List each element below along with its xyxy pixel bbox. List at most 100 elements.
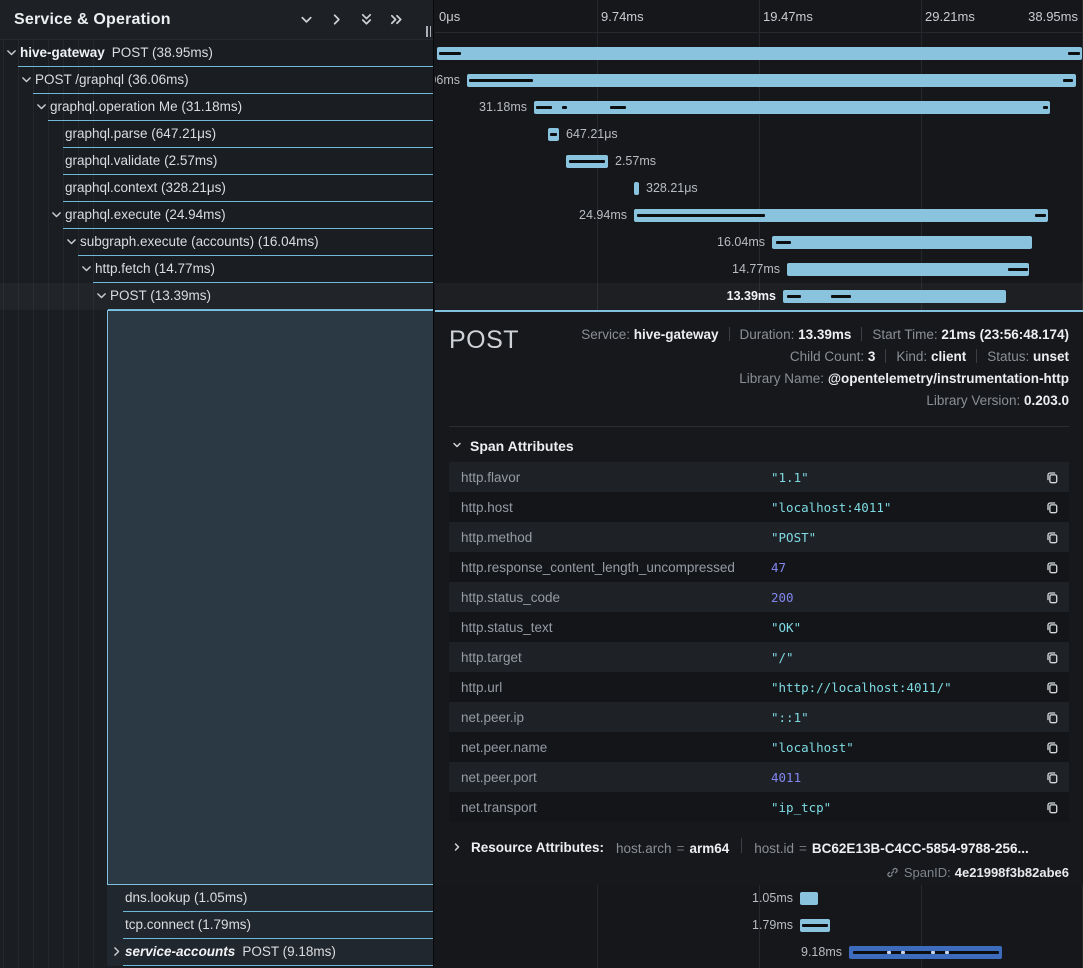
span-bar[interactable] [437, 47, 1082, 60]
copy-button[interactable] [1035, 769, 1069, 785]
span-label: graphql.execute (24.94ms) [65, 202, 226, 228]
attribute-value: 47 [771, 560, 1035, 575]
span-label: graphql.parse (647.21μs) [65, 121, 216, 147]
chevron-right-icon[interactable] [328, 11, 345, 28]
selected-span-expansion [107, 310, 434, 885]
span-bar-row[interactable] [435, 40, 1083, 67]
span-row[interactable]: http.fetch (14.77ms) [0, 256, 434, 283]
span-row[interactable]: POST (13.39ms) [0, 283, 434, 310]
span-row[interactable]: dns.lookup (1.05ms) [0, 885, 434, 912]
span-bar-row[interactable]: 1.05ms [435, 885, 1083, 912]
child-span-marker [1063, 79, 1073, 82]
span-bar[interactable] [772, 236, 1032, 249]
child-span-marker [776, 241, 791, 244]
divider [976, 349, 977, 363]
copy-button[interactable] [1035, 559, 1069, 575]
span-row[interactable]: subgraph.execute (accounts) (16.04ms) [0, 229, 434, 256]
span-attributes-toggle[interactable]: Span Attributes [451, 438, 1069, 454]
span-bar-row[interactable]: 36.06ms [435, 67, 1083, 94]
span-id-label: SpanID: [904, 865, 951, 880]
attribute-row: http.status_text"OK" [449, 612, 1069, 642]
chevron-down-icon[interactable] [50, 208, 64, 222]
overview-field-label: Service: [581, 327, 634, 342]
span-row[interactable]: graphql.parse (647.21μs) [0, 121, 434, 148]
double-chevron-right-icon[interactable] [388, 11, 405, 28]
chevron-down-icon[interactable] [95, 289, 109, 303]
overview-field-value: 3 [868, 349, 876, 364]
link-icon[interactable] [886, 865, 904, 880]
span-row[interactable]: hive-gatewayPOST (38.95ms) [0, 40, 434, 67]
axis-tick-label: 19.47ms [763, 0, 813, 33]
chevron-right-icon[interactable] [110, 945, 124, 959]
span-bar-row[interactable]: 647.21μs [435, 121, 1083, 148]
span-detail-title: POST [449, 326, 519, 355]
span-bar-row[interactable]: 24.94ms [435, 202, 1083, 229]
chevron-down-icon[interactable] [298, 11, 315, 28]
copy-button[interactable] [1035, 469, 1069, 485]
resource-value: arm64 [689, 841, 729, 856]
span-bar-row[interactable]: 9.18ms [435, 939, 1083, 966]
divider [861, 327, 862, 341]
span-bar-row[interactable]: 13.39ms [435, 283, 1083, 310]
copy-button[interactable] [1035, 679, 1069, 695]
attribute-row: http.flavor"1.1" [449, 462, 1069, 492]
child-span-marker [1008, 268, 1028, 271]
span-bar[interactable] [467, 74, 1076, 87]
attribute-value: "/" [771, 650, 1035, 665]
span-overview: Service: hive-gatewayDuration: 13.39msSt… [449, 324, 1069, 412]
copy-button[interactable] [1035, 799, 1069, 815]
span-bar[interactable] [800, 892, 818, 905]
double-chevron-down-icon[interactable] [358, 11, 375, 28]
resource-attributes-preview: host.arch=arm64host.id=BC62E13B-C4CC-585… [616, 838, 1029, 856]
copy-button[interactable] [1035, 529, 1069, 545]
span-bar[interactable] [783, 290, 1006, 303]
overview-field-label: Status: [987, 349, 1033, 364]
span-duration-label: 328.21μs [646, 175, 698, 202]
resource-attributes-title: Resource Attributes: [471, 840, 604, 855]
span-row[interactable]: graphql.validate (2.57ms) [0, 148, 434, 175]
child-span-marker [439, 52, 461, 55]
span-bar[interactable] [634, 182, 639, 195]
copy-button[interactable] [1035, 649, 1069, 665]
divider [741, 838, 742, 853]
span-row[interactable]: graphql.context (328.21μs) [0, 175, 434, 202]
span-row[interactable]: graphql.operation Me (31.18ms) [0, 94, 434, 121]
chevron-down-icon[interactable] [20, 73, 34, 87]
child-span-marker [610, 106, 626, 109]
span-bar-row[interactable]: 2.57ms [435, 148, 1083, 175]
copy-button[interactable] [1035, 499, 1069, 515]
child-span-marker [550, 133, 557, 136]
copy-button[interactable] [1035, 739, 1069, 755]
attribute-value: 200 [771, 590, 1035, 605]
copy-button[interactable] [1035, 589, 1069, 605]
chevron-down-icon[interactable] [65, 235, 79, 249]
chevron-down-icon[interactable] [35, 100, 49, 114]
span-bar[interactable] [787, 263, 1029, 276]
span-bar-row[interactable]: 14.77ms [435, 256, 1083, 283]
span-duration-label: 31.18ms [479, 94, 527, 121]
panel-resize-grip[interactable] [426, 26, 431, 37]
span-bar-row[interactable]: 31.18ms [435, 94, 1083, 121]
span-duration-label: 647.21μs [566, 121, 618, 148]
divider [885, 349, 886, 363]
child-span-marker [831, 295, 851, 298]
chevron-down-icon[interactable] [5, 46, 19, 60]
attribute-row: net.peer.ip"::1" [449, 702, 1069, 732]
child-span-marker [787, 295, 801, 298]
span-row[interactable]: service-accountsPOST (9.18ms) [0, 939, 434, 966]
span-row[interactable]: POST /graphql (36.06ms) [0, 67, 434, 94]
span-row[interactable]: tcp.connect (1.79ms) [0, 912, 434, 939]
chevron-down-icon[interactable] [80, 262, 94, 276]
span-bar-row[interactable]: 16.04ms [435, 229, 1083, 256]
span-duration-label: 16.04ms [717, 229, 765, 256]
attribute-row: net.peer.port4011 [449, 762, 1069, 792]
span-bar-row[interactable]: 1.79ms [435, 912, 1083, 939]
span-overview-line: Service: hive-gatewayDuration: 13.39msSt… [449, 324, 1069, 346]
span-row[interactable]: graphql.execute (24.94ms) [0, 202, 434, 229]
copy-button[interactable] [1035, 619, 1069, 635]
span-bar-row[interactable]: 328.21μs [435, 175, 1083, 202]
axis-tick-label: 9.74ms [601, 0, 644, 33]
copy-button[interactable] [1035, 709, 1069, 725]
child-span-marker [887, 951, 891, 954]
resource-attributes-row[interactable]: Resource Attributes: host.arch=arm64host… [449, 838, 1069, 856]
